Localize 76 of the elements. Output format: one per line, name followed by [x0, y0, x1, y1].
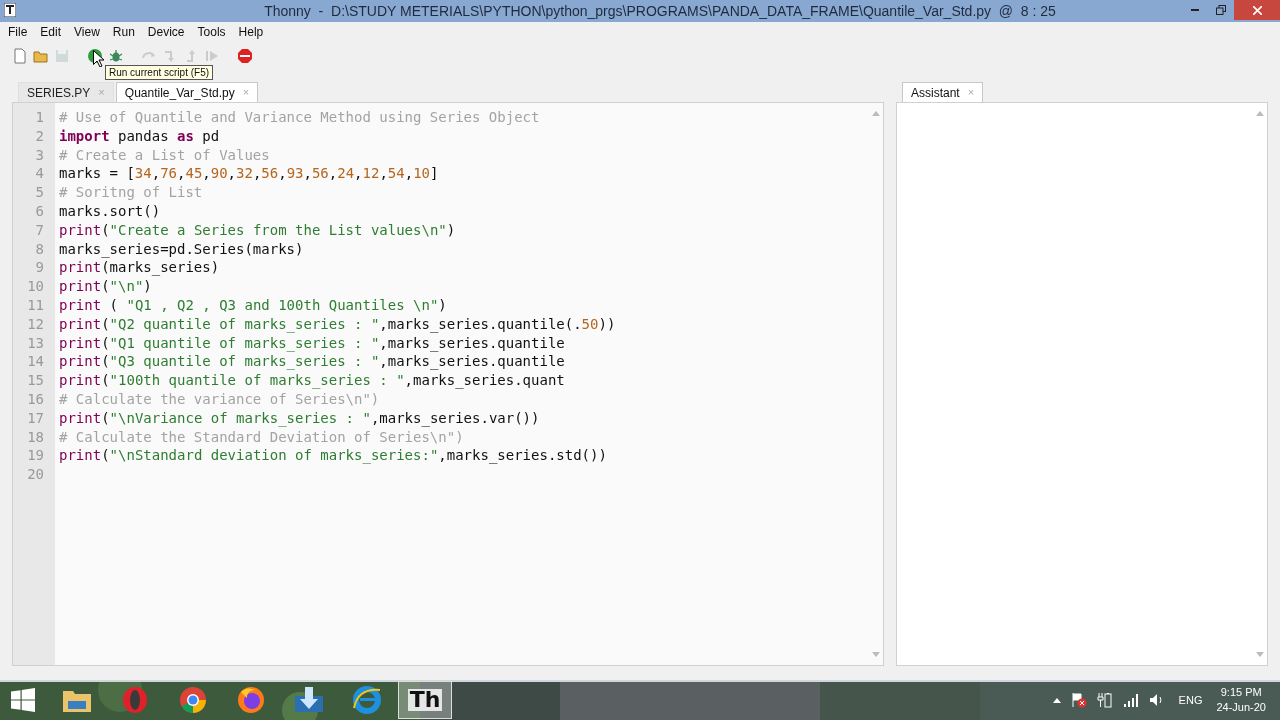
code-line: marks = [34,76,45,90,32,56,93,56,24,12,54,10]: [59, 164, 439, 184]
line-number: 18: [27, 427, 44, 447]
line-number: 10: [27, 277, 44, 296]
menu-item[interactable]: Run: [112, 23, 135, 41]
line-number: 15: [27, 371, 44, 390]
menu-item[interactable]: File: [8, 23, 28, 41]
menu-item[interactable]: Device: [147, 23, 185, 41]
line-number: 12: [27, 314, 44, 334]
speaker-icon[interactable]: [1148, 692, 1165, 708]
signal-icon[interactable]: [1122, 693, 1139, 707]
code-line: marks.sort(): [59, 202, 161, 221]
line-number: 5: [35, 183, 44, 202]
line-number: 13: [27, 333, 44, 353]
line-number: 16: [27, 389, 44, 409]
code-line: print("\nStandard deviation of marks_series:",marks_series.std()): [59, 446, 607, 466]
line-number: 20: [27, 465, 44, 484]
line-number: 3: [35, 145, 44, 165]
code-line: print("Q3 quantile of marks_series : ",marks_series.quantile: [59, 352, 565, 372]
opera-icon: [122, 686, 148, 714]
battery-plug-icon[interactable]: [1096, 692, 1113, 708]
code-line: # Use of Quantile and Variance Method using Series Object: [59, 108, 540, 127]
line-number: 4: [35, 164, 44, 184]
close-button[interactable]: [1234, 0, 1280, 20]
line-number: 8: [35, 239, 44, 259]
line-number: 11: [27, 295, 44, 315]
e-logo-icon: [352, 686, 382, 714]
minimize-icon: [1191, 9, 1199, 11]
open-icon[interactable]: [33, 48, 49, 64]
line-number: 19: [27, 446, 44, 466]
code-line: # Calculate the variance of Series\n"): [59, 389, 380, 409]
debug-icon[interactable]: [108, 48, 124, 64]
menu-item[interactable]: Tools: [197, 23, 226, 41]
menu-item[interactable]: Help: [238, 23, 264, 41]
code-line: # Soritng of List: [59, 183, 203, 202]
app-icon: [4, 3, 16, 17]
code-line: print("\n"): [59, 277, 152, 296]
line-number: 9: [35, 258, 44, 278]
chrome-icon: [179, 686, 207, 714]
firefox-icon: [237, 686, 265, 714]
taskbar-button[interactable]: Th: [398, 681, 452, 719]
show-hidden-icons-icon[interactable]: [1052, 697, 1061, 703]
flag-warning-icon[interactable]: [1070, 692, 1087, 708]
windows-logo-icon: [11, 688, 35, 712]
line-number: 17: [27, 408, 44, 428]
code-line: # Create a List of Values: [59, 145, 270, 165]
code-line: print("Q2 quantile of marks_series : ",marks_series.quantile(.50)): [59, 314, 616, 334]
code-line: # Calculate the Standard Deviation of Series\n"): [59, 427, 464, 447]
code-line: print ( "Q1 , Q2 , Q3 and 100th Quantiles \n"): [59, 295, 447, 315]
line-number: 6: [35, 202, 44, 221]
stop-icon[interactable]: [237, 48, 253, 64]
window-title: Thonny - D:\STUDY METERIALS\PYTHON\python_prgs\PROGRAMS\PANDA_DATA_FRAME\Quantile_Var_Std.py @ 8 : 25: [263, 1, 1056, 21]
restore-icon: [1216, 5, 1226, 15]
line-number: 7: [35, 220, 44, 240]
app-label: Th: [407, 689, 443, 711]
mouse-pointer-icon: [93, 50, 104, 67]
code-line: marks_series=pd.Series(marks): [59, 239, 304, 259]
download-box-icon: [294, 686, 324, 714]
editor-tab[interactable]: Quantile_Var_Std.py ×: [115, 82, 259, 102]
tooltip: Run current script (F5): [105, 65, 214, 80]
new-icon[interactable]: [12, 48, 28, 64]
line-number: 14: [27, 352, 44, 372]
assistant-tab[interactable]: Assistant ×: [902, 82, 984, 102]
clock[interactable]: 9:15 PM 24-Jun-20: [1216, 685, 1266, 715]
code-line: print("\nVariance of marks_series : ",marks_series.var()): [59, 408, 540, 428]
line-number: 2: [35, 126, 44, 146]
code-line: import pandas as pd: [59, 126, 220, 146]
close-icon: [1252, 5, 1262, 15]
line-number: 1: [35, 108, 44, 127]
code-line: print("Q1 quantile of marks_series : ",marks_series.quantile: [59, 333, 565, 353]
menu-item[interactable]: Edit: [40, 23, 62, 41]
code-line: print("100th quantile of marks_series : ",marks_series.quant: [59, 371, 565, 390]
menu-item[interactable]: View: [74, 23, 100, 41]
code-line: print(marks_series): [59, 258, 220, 278]
code-line: print("Create a Series from the List values\n"): [59, 220, 456, 240]
editor-tab[interactable]: SERIES.PY ×: [18, 82, 114, 102]
language-indicator[interactable]: ENG: [1174, 691, 1207, 709]
